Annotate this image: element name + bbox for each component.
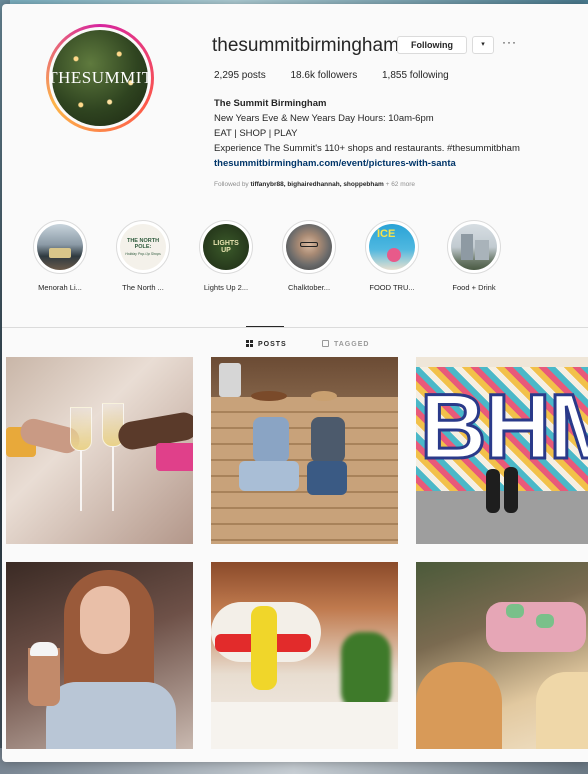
highlight-label: The North ...: [122, 283, 164, 292]
highlight-cover-image: [37, 224, 83, 270]
profile-bio: The Summit Birmingham New Years Eve & Ne…: [214, 96, 574, 171]
instagram-profile-page: THESUMMIT thesummitbirmingham Following …: [2, 4, 588, 762]
following-button[interactable]: Following: [397, 36, 467, 54]
tab-tagged[interactable]: TAGGED: [322, 340, 369, 348]
highlight-cover-image: [451, 224, 497, 270]
post-thumbnail-sushi[interactable]: [211, 562, 398, 749]
followers-count[interactable]: 18.6k followers: [291, 70, 358, 81]
highlight-cover-image: [286, 224, 332, 270]
highlight-label: Menorah Li...: [38, 283, 82, 292]
avatar-image: THESUMMIT: [52, 30, 148, 126]
post-thumbnail-woman-drinking[interactable]: [6, 562, 193, 749]
highlight-cover-image: ICE: [369, 224, 415, 270]
post-thumbnail-champagne-toast[interactable]: [6, 357, 193, 544]
bio-line-description: Experience The Summit's 110+ shops and r…: [214, 143, 520, 154]
highlight-lights-up[interactable]: LIGHTS UP Lights Up 2...: [186, 220, 266, 292]
highlight-menorah[interactable]: Menorah Li...: [20, 220, 100, 292]
highlight-label: FOOD TRU...: [369, 283, 415, 292]
highlight-label: Lights Up 2...: [203, 283, 249, 292]
tag-icon: [322, 340, 329, 347]
profile-stats: 2,295 posts 18.6k followers 1,855 follow…: [214, 70, 471, 81]
bio-line-tagline: EAT | SHOP | PLAY: [214, 128, 298, 139]
bio-full-name: The Summit Birmingham: [214, 98, 327, 109]
chevron-down-icon: ▾: [481, 41, 485, 48]
avatar-logo-text: THESUMMIT: [52, 68, 148, 87]
profile-avatar[interactable]: THESUMMIT: [46, 24, 154, 132]
suggestions-dropdown-button[interactable]: ▾: [472, 36, 494, 54]
highlight-label: Chalktober...: [287, 283, 331, 292]
active-tab-indicator: [246, 326, 284, 327]
bio-website-link[interactable]: thesummitbirmingham.com/event/pictures-w…: [214, 156, 574, 171]
posts-count: 2,295 posts: [214, 70, 266, 81]
post-thumbnail-bhm-mural[interactable]: BHM: [416, 357, 588, 544]
highlight-chalktober[interactable]: Chalktober...: [269, 220, 349, 292]
following-count[interactable]: 1,855 following: [382, 70, 449, 81]
bio-line-hours: New Years Eve & New Years Day Hours: 10a…: [214, 113, 434, 124]
highlight-cover-image: THE NORTH POLE: Holiday Pop-Up Shops: [120, 224, 166, 270]
tabs-divider: [2, 327, 588, 328]
tab-posts[interactable]: POSTS: [246, 340, 287, 348]
highlight-food-drink[interactable]: Food + Drink: [434, 220, 514, 292]
more-options-icon[interactable]: ···: [502, 35, 517, 49]
post-thumbnail-couple-on-steps[interactable]: [211, 357, 398, 544]
highlight-label: Food + Drink: [452, 283, 496, 292]
followed-by-text[interactable]: Followed by tiffanybr88, bighairedhannah…: [214, 181, 415, 188]
highlight-cover-image: LIGHTS UP: [203, 224, 249, 270]
grid-icon: [246, 340, 253, 347]
highlight-north-pole[interactable]: THE NORTH POLE: Holiday Pop-Up Shops The…: [103, 220, 183, 292]
profile-username: thesummitbirmingham: [212, 35, 399, 56]
highlight-food-trucks[interactable]: ICE FOOD TRU...: [352, 220, 432, 292]
post-thumbnail-macarons-pastries[interactable]: [416, 562, 588, 749]
